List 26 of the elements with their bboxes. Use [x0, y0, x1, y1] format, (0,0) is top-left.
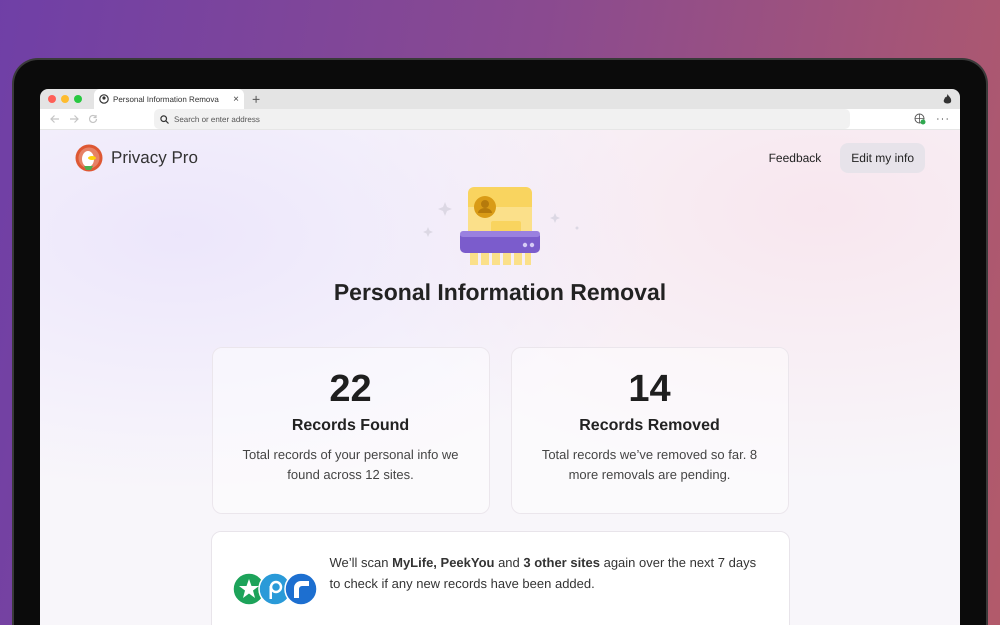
back-icon[interactable] [50, 114, 60, 124]
scan-notice-text: We’ll scan MyLife, PeekYou and 3 other sites again over the next 7 days to check if any new records have been added. [330, 554, 758, 593]
globe-icon[interactable] [914, 113, 926, 125]
brand-name: Privacy Pro [111, 148, 198, 168]
header-button[interactable]: Edit my info [840, 143, 925, 173]
close-tab-button[interactable]: × [233, 94, 239, 104]
address-field[interactable]: Search or enter address [154, 109, 850, 129]
minimize-window-icon[interactable] [61, 95, 69, 103]
page-title: Personal Information Removal [334, 279, 666, 306]
flame-icon[interactable] [943, 94, 952, 104]
close-window-icon[interactable] [48, 95, 56, 103]
maximize-window-icon[interactable] [74, 95, 82, 103]
browser-tab[interactable]: Personal Information Remova × [94, 89, 244, 109]
forward-icon[interactable] [69, 114, 79, 124]
stat-description: Total records of your personal info we found across 12 sites. [241, 446, 460, 484]
header-button[interactable]: Feedback [758, 143, 832, 173]
new-tab-button[interactable]: + [252, 91, 260, 107]
stat-value: 22 [329, 368, 372, 411]
stat-description: Total records we’ve removed so far. 8 more removals are pending. [540, 446, 758, 484]
stat-label: Records Found [292, 417, 410, 435]
stat-value: 14 [628, 368, 671, 411]
more-menu-button[interactable]: ··· [936, 113, 950, 125]
tab-title: Personal Information Remova [113, 94, 220, 104]
reload-icon[interactable] [88, 114, 98, 124]
duck-logo-icon [75, 144, 103, 172]
stat-label: Records Removed [579, 417, 720, 435]
